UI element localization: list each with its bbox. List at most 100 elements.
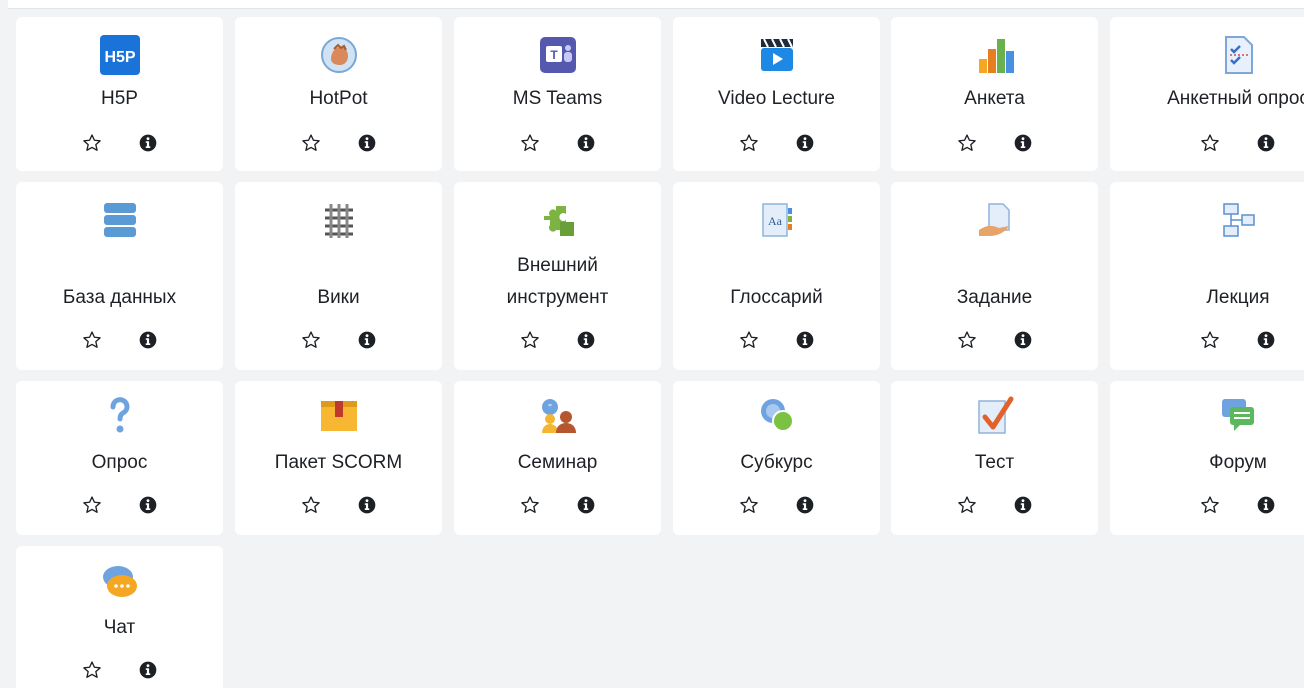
star-icon[interactable] xyxy=(1198,493,1222,517)
star-icon[interactable] xyxy=(299,131,323,155)
star-icon[interactable] xyxy=(518,328,542,352)
glossary-icon: Aa xyxy=(755,198,799,242)
forum-icon xyxy=(1216,393,1260,437)
module-name: Опрос xyxy=(91,452,148,473)
info-icon[interactable] xyxy=(574,493,598,517)
module-card-glossary[interactable]: Aa Глоссарий xyxy=(673,182,880,370)
info-icon[interactable] xyxy=(136,328,160,352)
star-icon[interactable] xyxy=(80,493,104,517)
module-card-poll[interactable]: Опрос xyxy=(16,381,223,535)
survey-checklist-icon xyxy=(1216,33,1260,77)
info-icon[interactable] xyxy=(355,328,379,352)
star-icon[interactable] xyxy=(80,131,104,155)
star-icon[interactable] xyxy=(955,131,979,155)
star-icon[interactable] xyxy=(737,493,761,517)
module-name: H5P xyxy=(101,88,138,109)
star-icon[interactable] xyxy=(299,493,323,517)
module-name: Пакет SCORM xyxy=(274,452,403,473)
star-icon[interactable] xyxy=(955,328,979,352)
module-name: Семинар xyxy=(517,452,598,473)
module-name: Тест xyxy=(974,452,1015,473)
module-card-anketnyj-opros[interactable]: Анкетный опрос xyxy=(1110,17,1304,171)
module-name: Чат xyxy=(103,617,136,638)
module-name: База данных xyxy=(62,287,177,308)
star-icon[interactable] xyxy=(737,131,761,155)
star-icon[interactable] xyxy=(1198,328,1222,352)
info-icon[interactable] xyxy=(1011,131,1035,155)
lesson-flowchart-icon xyxy=(1216,198,1260,242)
bar-chart-icon xyxy=(973,33,1017,77)
star-icon[interactable] xyxy=(299,328,323,352)
module-name: Глоссарий xyxy=(730,287,823,308)
module-card-subcourse[interactable]: Субкурс xyxy=(673,381,880,535)
info-icon[interactable] xyxy=(355,131,379,155)
h5p-icon: H5P xyxy=(98,33,142,77)
module-name: HotPot xyxy=(309,88,368,109)
info-icon[interactable] xyxy=(793,131,817,155)
info-icon[interactable] xyxy=(1011,493,1035,517)
svg-text:H5P: H5P xyxy=(104,49,135,66)
svg-text:": " xyxy=(548,403,552,414)
star-icon[interactable] xyxy=(1198,131,1222,155)
module-card-database[interactable]: База данных xyxy=(16,182,223,370)
module-card-h5p[interactable]: H5P H5P xyxy=(16,17,223,171)
module-card-ms-teams[interactable]: T MS Teams xyxy=(454,17,661,171)
ms-teams-icon: T xyxy=(536,33,580,77)
module-name: MS Teams xyxy=(512,88,603,109)
star-icon[interactable] xyxy=(737,328,761,352)
module-card-workshop[interactable]: " Семинар xyxy=(454,381,661,535)
question-mark-icon xyxy=(98,393,142,437)
info-icon[interactable] xyxy=(1254,131,1278,155)
module-card-video-lecture[interactable]: Video Lecture xyxy=(673,17,880,171)
star-icon[interactable] xyxy=(518,493,542,517)
info-icon[interactable] xyxy=(1254,328,1278,352)
info-icon[interactable] xyxy=(136,131,160,155)
info-icon[interactable] xyxy=(793,328,817,352)
star-icon[interactable] xyxy=(518,131,542,155)
module-name: Лекция xyxy=(1206,287,1270,308)
module-name-line-1: Внешний xyxy=(517,255,598,276)
star-icon[interactable] xyxy=(80,658,104,682)
info-icon[interactable] xyxy=(1011,328,1035,352)
module-name: Анкета xyxy=(964,88,1025,109)
scorm-package-icon xyxy=(317,393,361,437)
module-name: Анкетный опрос xyxy=(1167,88,1304,109)
star-icon[interactable] xyxy=(955,493,979,517)
module-card-lesson[interactable]: Лекция xyxy=(1110,182,1304,370)
assignment-icon xyxy=(973,198,1017,242)
chat-bubbles-icon xyxy=(98,560,142,604)
hotpot-icon xyxy=(317,33,361,77)
star-icon[interactable] xyxy=(80,328,104,352)
module-card-chat[interactable]: Чат xyxy=(16,546,223,688)
info-icon[interactable] xyxy=(136,493,160,517)
workshop-people-icon: " xyxy=(536,393,580,437)
activity-chooser-grid: H5P H5P HotPot T MS Teams Video Lecture … xyxy=(0,0,1304,688)
module-card-forum[interactable]: Форум xyxy=(1110,381,1304,535)
module-name-line-2: инструмент xyxy=(506,287,609,308)
module-card-quiz[interactable]: Тест xyxy=(891,381,1098,535)
module-card-hotpot[interactable]: HotPot xyxy=(235,17,442,171)
info-icon[interactable] xyxy=(136,658,160,682)
subcourse-icon xyxy=(755,393,799,437)
module-card-assignment[interactable]: Задание xyxy=(891,182,1098,370)
info-icon[interactable] xyxy=(574,328,598,352)
database-icon xyxy=(98,198,142,242)
module-card-scorm[interactable]: Пакет SCORM xyxy=(235,381,442,535)
module-name: Субкурс xyxy=(740,452,813,473)
module-name: Задание xyxy=(956,287,1033,308)
module-card-anketa[interactable]: Анкета xyxy=(891,17,1098,171)
svg-text:Aa: Aa xyxy=(768,214,783,228)
video-lecture-icon xyxy=(755,33,799,77)
info-icon[interactable] xyxy=(793,493,817,517)
info-icon[interactable] xyxy=(355,493,379,517)
info-icon[interactable] xyxy=(1254,493,1278,517)
module-card-external-tool[interactable]: Внешний инструмент xyxy=(454,182,661,370)
quiz-check-icon xyxy=(973,393,1017,437)
module-name: Video Lecture xyxy=(718,88,835,109)
module-name: Вики xyxy=(317,287,360,308)
svg-text:T: T xyxy=(550,48,558,62)
puzzle-icon xyxy=(536,198,580,242)
info-icon[interactable] xyxy=(574,131,598,155)
module-card-wiki[interactable]: Вики xyxy=(235,182,442,370)
wiki-icon xyxy=(317,198,361,242)
